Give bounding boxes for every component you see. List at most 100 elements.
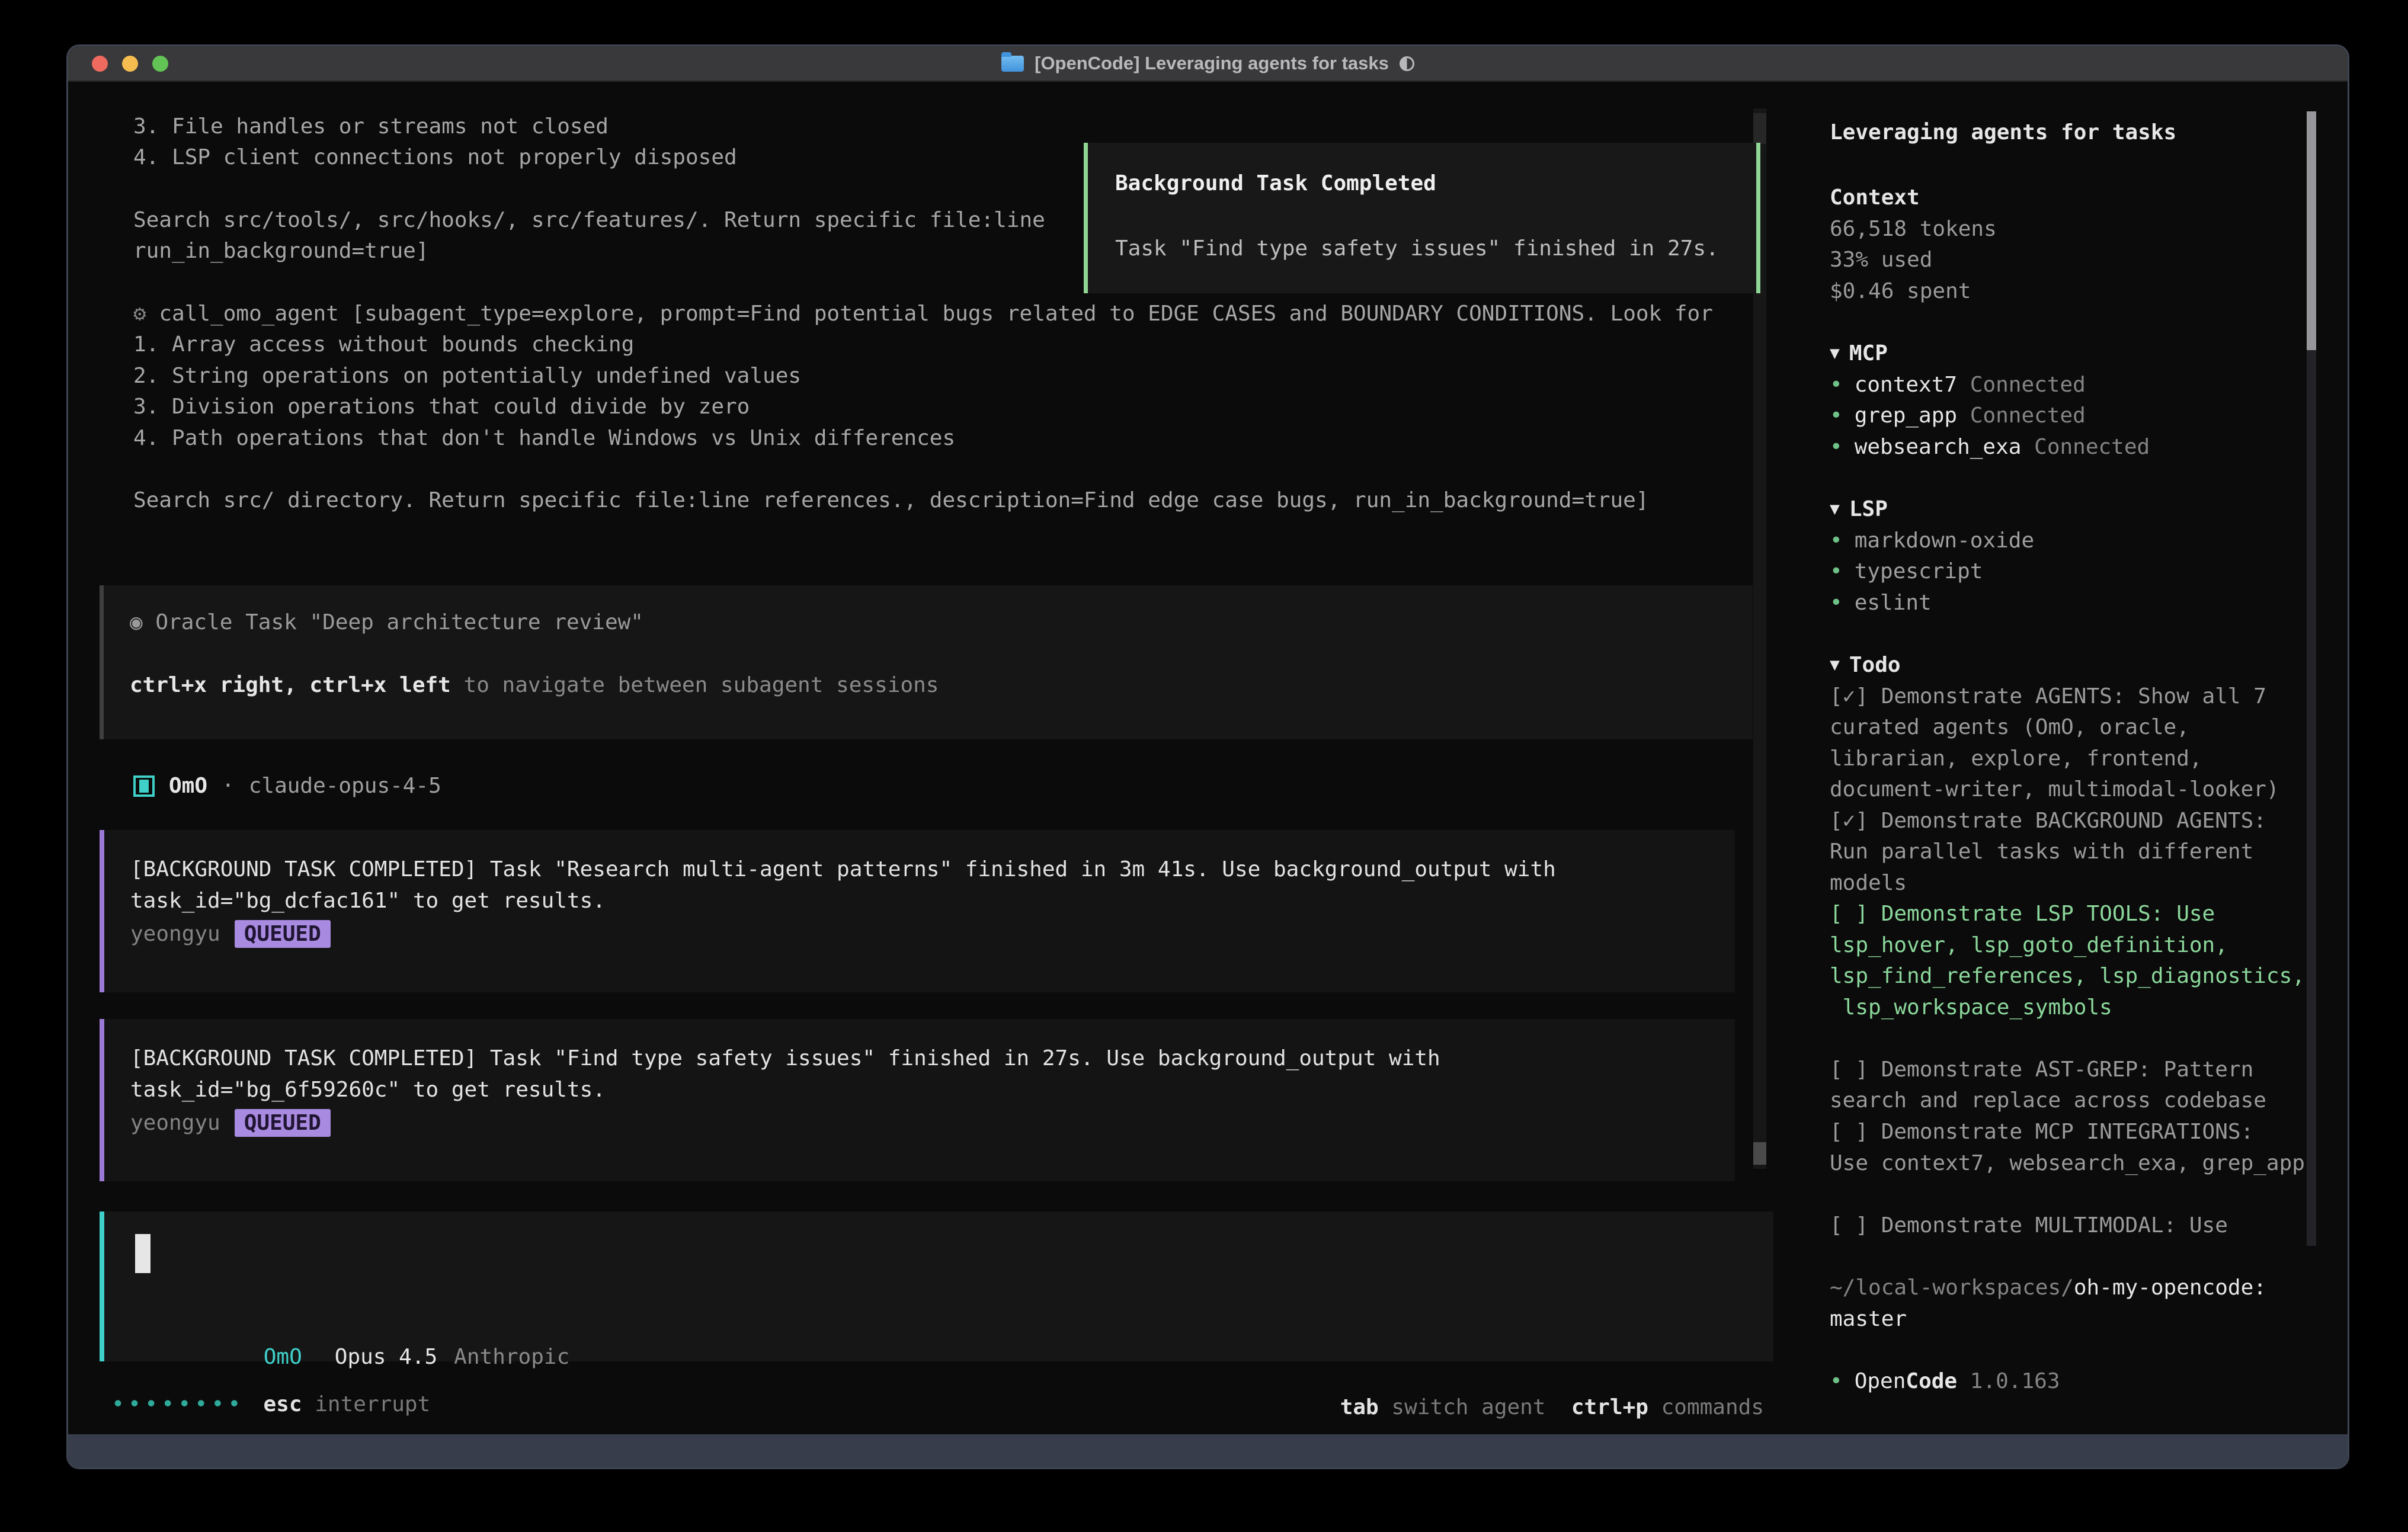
git-branch: master <box>1830 1307 1907 1331</box>
app-version-number: 1.0.163 <box>1970 1369 2060 1393</box>
spinner-dots-icon: •••••••• <box>113 1394 246 1415</box>
mcp-item-status: Connected <box>1970 373 2086 397</box>
sidebar-scrollbar-thumb[interactable] <box>2307 111 2316 350</box>
lsp-section-header[interactable]: ▼LSP <box>1830 497 1888 521</box>
mcp-item: •context7 Connected <box>1830 373 2086 397</box>
todo-line-active: lsp_workspace_symbols <box>1830 995 2112 1020</box>
bullet-icon: • <box>1830 1369 1843 1393</box>
model-row: OmOOpus 4.5Anthropic <box>135 1321 569 1393</box>
mcp-item-status: Connected <box>2034 435 2150 459</box>
esc-key-label <box>302 1392 315 1416</box>
chevron-down-icon: ▼ <box>1830 343 1840 363</box>
task-meta-row: yeongyu QUEUED <box>130 1109 331 1137</box>
notification-title: Background Task Completed <box>1115 171 1436 195</box>
input-model-name: Opus 4.5 <box>335 1345 437 1369</box>
app-name-open: Open <box>1855 1369 1906 1393</box>
titlebar: [OpenCode] Leveraging agents for tasks <box>68 46 2348 82</box>
task-message-line: task_id="bg_6f59260c" to get results. <box>130 1078 606 1102</box>
bullet-icon: • <box>1830 528 1843 553</box>
context-tokens: 66,518 tokens <box>1830 217 1997 241</box>
task-message-line: [BACKGROUND TASK COMPLETED] Task "Resear… <box>130 857 1556 882</box>
scrollback-line: run_in_background=true] <box>133 239 429 263</box>
task-message-line: [BACKGROUND TASK COMPLETED] Task "Find t… <box>130 1046 1440 1071</box>
prompt-input[interactable]: OmOOpus 4.5Anthropic <box>100 1212 1773 1361</box>
status-badge: QUEUED <box>235 920 331 948</box>
background-task-message: [BACKGROUND TASK COMPLETED] Task "Find t… <box>100 1019 1735 1181</box>
bullet-icon: • <box>1830 435 1843 459</box>
todo-line-done: [✓] Demonstrate AGENTS: Show all 7 <box>1830 684 2266 709</box>
todo-line-done: document-writer, multimodal-looker) <box>1830 777 2279 802</box>
separator-dot: · <box>222 774 235 798</box>
tool-call-text: call_omo_agent [subagent_type=explore, p… <box>159 302 1713 326</box>
tool-call-item: 4. Path operations that don't handle Win… <box>133 426 955 450</box>
agent-name: OmO <box>169 774 207 798</box>
lsp-item: •eslint <box>1830 591 1932 615</box>
esc-key-hint: esc <box>264 1392 302 1416</box>
interrupt-label: interrupt <box>315 1392 430 1416</box>
record-icon: ◉ <box>130 610 143 634</box>
lsp-item: •typescript <box>1830 559 1983 584</box>
tool-call-tail: Search src/ directory. Return specific f… <box>133 488 1649 512</box>
todo-line-active: [ ] Demonstrate LSP TOOLS: Use <box>1830 902 2215 926</box>
background-task-message: [BACKGROUND TASK COMPLETED] Task "Resear… <box>100 830 1735 992</box>
todo-line-pending: [ ] Demonstrate AST-GREP: Pattern <box>1830 1057 2253 1082</box>
mcp-section-header[interactable]: ▼ MCP <box>1830 341 1888 366</box>
sidebar-scrollbar-track[interactable] <box>2307 350 2316 1246</box>
shortcut-hint: to navigate between subagent sessions <box>451 673 939 697</box>
input-agent-name: OmO <box>264 1345 302 1369</box>
oracle-task-title-row: ◉ Oracle Task "Deep architecture review" <box>130 610 643 634</box>
bullet-icon: • <box>1830 559 1843 584</box>
tool-call-item: 1. Array access without bounds checking <box>133 332 634 357</box>
context-used: 33% used <box>1830 248 1932 272</box>
todo-section-header[interactable]: ▼Todo <box>1830 653 1901 677</box>
status-badge: QUEUED <box>235 1109 331 1137</box>
mcp-item: •grep_app Connected <box>1830 403 2086 428</box>
todo-line-done: models <box>1830 871 1907 895</box>
todo-line-active: lsp_find_references, lsp_diagnostics, <box>1830 964 2305 988</box>
context-heading: Context <box>1830 185 1920 210</box>
task-meta-row: yeongyu QUEUED <box>130 920 331 948</box>
todo-line-done: [✓] Demonstrate BACKGROUND AGENTS: <box>1830 809 2266 833</box>
half-circle-icon <box>1400 56 1414 71</box>
tab-key-hint: tab <box>1340 1395 1379 1419</box>
mcp-item: • websearch_exa Connected <box>1830 435 2150 459</box>
chat-scrollbar-thumb[interactable] <box>1753 1142 1766 1165</box>
scrollback-line: 3. File handles or streams not closed <box>133 114 609 139</box>
workspace-repo-name: oh-my-opencode: <box>2074 1275 2266 1300</box>
folder-icon <box>1001 56 1024 72</box>
mcp-item-name: grep_app <box>1855 403 1957 428</box>
oracle-task-box: ◉ Oracle Task "Deep architecture review"… <box>100 585 1753 739</box>
scrollback-line: 4. LSP client connections not properly d… <box>133 145 737 169</box>
gear-icon: ⚙ <box>133 302 146 326</box>
tool-call-item: 3. Division operations that could divide… <box>133 395 750 419</box>
mcp-heading: MCP <box>1849 341 1888 366</box>
chevron-down-icon: ▼ <box>1830 499 1840 518</box>
mcp-item-name: websearch_exa <box>1855 435 2022 459</box>
status-bar-right: tab switch agent ctrl+p commands <box>1340 1395 1764 1419</box>
text-cursor <box>135 1234 150 1273</box>
commands-label: commands <box>1661 1395 1764 1419</box>
chat-scrollbar-thumb-top[interactable] <box>1753 113 1766 144</box>
session-title: Leveraging agents for tasks <box>1830 120 2176 145</box>
context-spent: $0.46 spent <box>1830 279 1971 303</box>
scrollback-line: Search src/tools/, src/hooks/, src/featu… <box>133 208 1045 232</box>
todo-line-active: lsp_hover, lsp_goto_definition, <box>1830 933 2228 957</box>
ctrlp-key-hint: ctrl+p <box>1571 1395 1648 1419</box>
mcp-item-status: Connected <box>1970 403 2086 428</box>
tool-call-item: 2. String operations on potentially unde… <box>133 364 801 388</box>
oracle-task-title: Oracle Task "Deep architecture review" <box>155 610 643 634</box>
todo-line-done: Run parallel tasks with different <box>1830 839 2253 864</box>
lsp-item: • markdown-oxide <box>1830 528 2034 553</box>
window-bottom-bar <box>68 1434 2348 1467</box>
todo-line-pending: [ ] Demonstrate MULTIMODAL: Use <box>1830 1213 2228 1238</box>
window-title-group: [OpenCode] Leveraging agents for tasks <box>68 46 2348 81</box>
mcp-item-name: context7 <box>1855 373 1957 397</box>
todo-heading: Todo <box>1849 653 1901 677</box>
subagent-nav-hint: ctrl+x right, ctrl+x left to navigate be… <box>130 673 939 697</box>
agent-model: claude-opus-4-5 <box>249 774 441 798</box>
app-window: [OpenCode] Leveraging agents for tasks 3… <box>66 44 2349 1469</box>
lsp-item-name: markdown-oxide <box>1855 528 2034 553</box>
agent-square-icon <box>133 775 155 797</box>
username: yeongyu <box>130 922 220 946</box>
task-message-line: task_id="bg_dcfac161" to get results. <box>130 889 606 913</box>
